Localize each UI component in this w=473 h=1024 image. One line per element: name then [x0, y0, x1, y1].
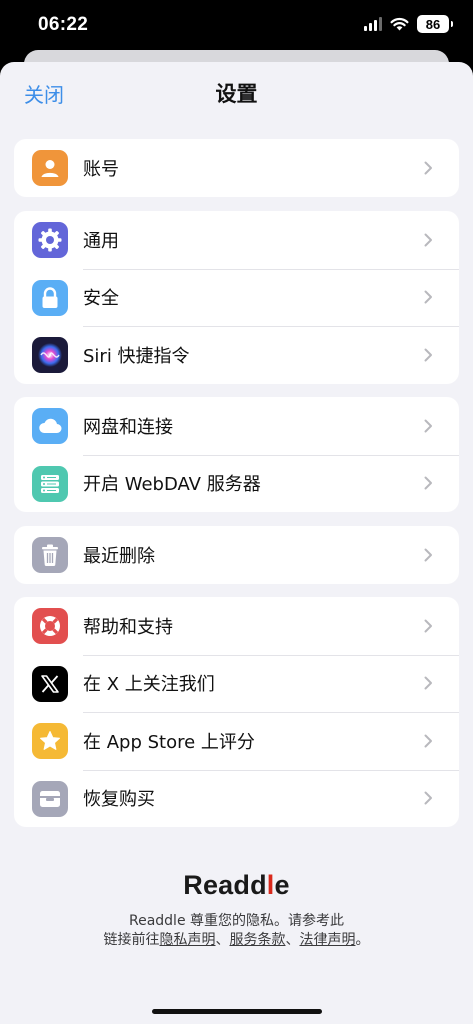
privacy-notice: Readdle 尊重您的隐私。请参考此 链接前往隐私声明、服务条款、法律声明。 [0, 912, 473, 950]
server-icon [32, 465, 68, 502]
settings-row-siri-shortcuts[interactable]: Siri 快捷指令 [14, 326, 459, 384]
battery-indicator: 86 [417, 15, 453, 33]
row-label: 开启 WebDAV 服务器 [83, 474, 261, 496]
cloud-icon [32, 408, 68, 444]
legal-notice-link[interactable]: 法律声明 [300, 932, 356, 948]
star-icon [32, 723, 68, 759]
privacy-notice-line1: Readdle 尊重您的隐私。请参考此 [128, 913, 345, 929]
chevron-right-icon [424, 548, 432, 562]
privacy-statement-link[interactable]: 隐私声明 [160, 932, 216, 948]
person-icon [32, 150, 68, 186]
settings-row-cloud[interactable]: 网盘和连接 [14, 397, 459, 455]
row-label: 账号 [83, 158, 119, 180]
row-label: Siri 快捷指令 [83, 345, 190, 367]
x-logo-icon [32, 665, 68, 702]
chevron-right-icon [424, 791, 432, 805]
group-support: 帮助和支持 在 X 上关注我们 在 App Store 上评分 恢复购买 [14, 597, 459, 827]
wifi-icon [390, 17, 409, 31]
settings-row-restore-purchase[interactable]: 恢复购买 [14, 769, 459, 828]
nav-bar: 关闭 设置 [0, 62, 473, 124]
row-label: 恢复购买 [83, 789, 155, 811]
lock-icon [32, 279, 68, 316]
gear-icon [32, 222, 68, 258]
settings-row-general[interactable]: 通用 [14, 211, 459, 269]
chevron-right-icon [424, 676, 432, 690]
lifebuoy-icon [32, 608, 68, 644]
cellular-signal-icon [364, 17, 382, 31]
status-icons: 86 [364, 15, 453, 33]
privacy-notice-line2: 链接前往隐私声明、服务条款、法律声明。 [103, 932, 370, 948]
settings-row-security[interactable]: 安全 [14, 268, 459, 327]
row-label: 在 App Store 上评分 [83, 731, 255, 753]
settings-row-follow-x[interactable]: 在 X 上关注我们 [14, 654, 459, 713]
readdle-logo: Readdle [183, 870, 290, 900]
row-label: 网盘和连接 [83, 416, 173, 438]
siri-icon [32, 337, 68, 373]
group-account: 账号 [14, 139, 459, 197]
chevron-right-icon [424, 476, 432, 490]
group-general: 通用 安全 Siri 快捷指令 [14, 211, 459, 384]
group-storage: 网盘和连接 开启 WebDAV 服务器 [14, 397, 459, 512]
page-title: 设置 [215, 82, 258, 106]
group-trash: 最近删除 [14, 526, 459, 584]
row-label: 帮助和支持 [83, 616, 173, 638]
settings-row-rate-app[interactable]: 在 App Store 上评分 [14, 712, 459, 770]
chevron-right-icon [424, 233, 432, 247]
chevron-right-icon [424, 619, 432, 633]
settings-row-account[interactable]: 账号 [14, 139, 459, 197]
chevron-right-icon [424, 734, 432, 748]
row-label: 安全 [83, 288, 119, 310]
chevron-right-icon [424, 161, 432, 175]
restore-icon [32, 780, 68, 817]
row-label: 通用 [83, 230, 119, 252]
home-indicator [152, 1009, 322, 1014]
settings-sheet: 关闭 设置 账号 通用 安全 Siri 快捷指令 网盘和连接 开启 WebDAV… [0, 62, 473, 1024]
settings-row-webdav[interactable]: 开启 WebDAV 服务器 [14, 454, 459, 513]
trash-icon [32, 537, 68, 573]
terms-of-service-link[interactable]: 服务条款 [230, 932, 286, 948]
status-bar: 06:22 86 [0, 0, 473, 52]
row-label: 在 X 上关注我们 [83, 674, 215, 696]
status-time: 06:22 [38, 14, 89, 35]
chevron-right-icon [424, 419, 432, 433]
chevron-right-icon [424, 290, 432, 304]
settings-row-help[interactable]: 帮助和支持 [14, 597, 459, 655]
chevron-right-icon [424, 348, 432, 362]
settings-row-recently-deleted[interactable]: 最近删除 [14, 526, 459, 584]
row-label: 最近删除 [83, 545, 155, 567]
